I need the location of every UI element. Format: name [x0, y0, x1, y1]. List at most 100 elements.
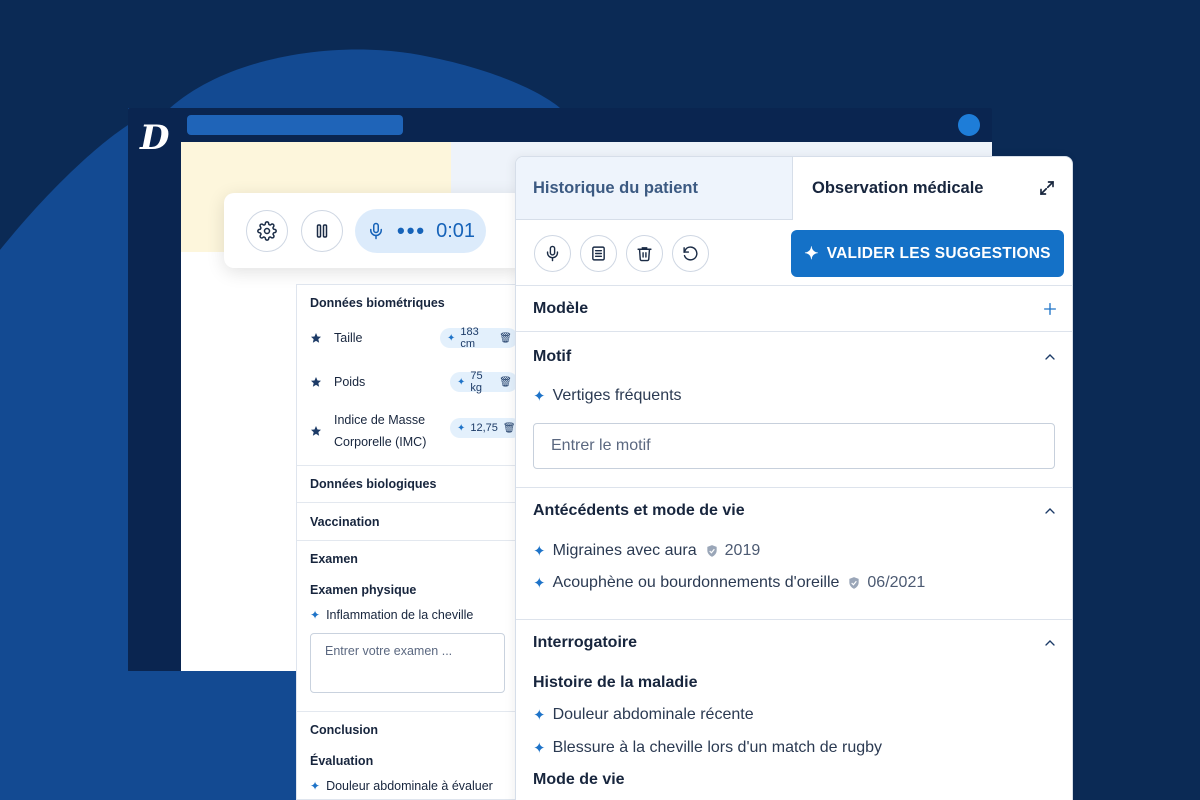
sparkle-icon: ✦: [533, 707, 546, 724]
shield-check-icon: [849, 577, 860, 589]
biometric-label: Poids: [334, 375, 366, 389]
biometric-value-chip[interactable]: ✦ 12,75 🗑: [450, 418, 518, 438]
biometric-value-chip[interactable]: ✦ 183 cm 🗑: [440, 326, 518, 350]
history-item-date: 2019: [724, 542, 761, 559]
app-logo: D: [140, 118, 170, 158]
plus-icon[interactable]: [1042, 301, 1058, 317]
biometric-value: 12,75: [470, 422, 498, 434]
biometric-row-height: Taille: [310, 331, 363, 345]
star-icon: [311, 377, 321, 387]
biological-heading: Données biologiques: [310, 477, 437, 491]
recording-status-pill[interactable]: ••• 0:01: [355, 209, 486, 253]
chevron-up-icon[interactable]: [1042, 503, 1058, 519]
history-item-date: 06/2021: [867, 574, 926, 591]
physical-exam-text: Inflammation de la cheville: [326, 608, 474, 622]
tab-label: Observation médicale: [812, 179, 984, 197]
biometric-label: Corporelle (IMC): [334, 435, 427, 449]
conclusion-section: Conclusion Évaluation ✦ Douleur abdomina…: [297, 712, 518, 799]
biometric-row-weight: Poids: [310, 375, 365, 389]
evaluation-item: ✦ Douleur abdominale à évaluer: [310, 779, 505, 793]
biometric-label: Indice de Masse: [334, 413, 426, 427]
tab-label: Historique du patient: [533, 178, 698, 197]
delete-button[interactable]: [626, 235, 663, 272]
lifestyle-heading: Mode de vie: [533, 771, 625, 788]
sparkle-icon: ✦: [457, 376, 466, 388]
chevron-up-icon[interactable]: [1042, 349, 1058, 365]
biometric-value: 183 cm: [460, 326, 479, 350]
pause-icon: [316, 224, 328, 238]
evaluation-heading: Évaluation: [310, 754, 374, 768]
illness-item-text: Blessure à la cheville lors d'un match d…: [552, 739, 883, 756]
model-section[interactable]: Modèle: [516, 285, 1072, 331]
interrogatoire-heading: Interrogatoire: [533, 634, 638, 651]
status-dot: [958, 114, 980, 136]
sparkle-icon: ✦: [533, 543, 546, 560]
exam-heading: Examen: [310, 552, 358, 566]
illness-item: ✦ Blessure à la cheville lors d'un match…: [533, 739, 882, 757]
motif-suggestion-text: Vertiges fréquents: [552, 387, 682, 404]
settings-button[interactable]: [246, 210, 288, 252]
motif-heading: Motif: [533, 348, 572, 365]
exam-input-placeholder: Entrer votre examen ...: [325, 644, 453, 658]
exam-section: Examen Examen physique ✦ Inflammation de…: [297, 541, 518, 712]
biometric-row-bmi: Indice de Masse Corporelle (IMC): [310, 409, 426, 453]
shield-check-icon: [706, 545, 717, 557]
tab-medical-observation[interactable]: Observation médicale: [793, 157, 1072, 220]
sparkle-icon: ✦: [533, 740, 546, 757]
recording-timer: 0:01: [436, 219, 476, 242]
physical-exam-heading: Examen physique: [310, 583, 417, 597]
trash-icon[interactable]: 🗑: [499, 333, 512, 344]
motif-input-placeholder: Entrer le motif: [551, 437, 651, 454]
sparkle-icon: ✦: [447, 332, 456, 344]
motif-input[interactable]: Entrer le motif: [533, 423, 1055, 469]
sparkle-icon: ✦: [310, 608, 321, 622]
history-section: Antécédents et mode de vie ✦ Migraines a…: [516, 487, 1072, 619]
history-item: ✦ Migraines avec aura 2019: [533, 542, 760, 560]
motif-suggestion: ✦ Vertiges fréquents: [533, 387, 682, 405]
observation-panel: Historique du patient Observation médica…: [515, 156, 1073, 800]
undo-icon: [683, 246, 698, 261]
biological-section[interactable]: Données biologiques: [297, 466, 518, 503]
evaluation-text: Douleur abdominale à évaluer: [326, 779, 493, 793]
sparkle-icon: ✦: [457, 422, 466, 434]
recording-toolbar: ••• 0:01: [224, 193, 524, 268]
pause-button[interactable]: [301, 210, 343, 252]
validate-suggestions-button[interactable]: ✦ VALIDER LES SUGGESTIONS: [791, 230, 1064, 277]
illness-item-text: Douleur abdominale récente: [552, 706, 754, 723]
interrogatoire-section: Interrogatoire Histoire de la maladie ✦ …: [516, 619, 1072, 800]
validate-label: VALIDER LES SUGGESTIONS: [826, 244, 1051, 262]
vaccination-section[interactable]: Vaccination: [297, 503, 518, 541]
biometrics-heading: Données biométriques: [310, 296, 445, 310]
consultation-form-panel: Données biométriques Taille ✦ 183 cm 🗑 P…: [296, 284, 518, 800]
document-list-button[interactable]: [580, 235, 617, 272]
motif-section: Motif ✦ Vertiges fréquents Entrer le mot…: [516, 331, 1072, 487]
expand-icon[interactable]: [1038, 179, 1056, 197]
recording-level-dots: •••: [397, 218, 427, 243]
biometric-label: Taille: [334, 331, 363, 345]
illness-history-heading: Histoire de la maladie: [533, 674, 698, 691]
conclusion-heading: Conclusion: [310, 723, 379, 737]
title-bar-placeholder: [187, 115, 403, 135]
dictate-button[interactable]: [534, 235, 571, 272]
trash-icon[interactable]: 🗑: [499, 377, 512, 388]
sparkle-icon: ✦: [804, 243, 819, 263]
trash-icon[interactable]: 🗑: [503, 423, 516, 434]
biometric-value: 75 kg: [470, 370, 483, 394]
history-item-text: Acouphène ou bourdonnements d'oreille: [552, 574, 840, 591]
physical-exam-item: ✦ Inflammation de la cheville: [310, 608, 505, 622]
exam-input[interactable]: Entrer votre examen ...: [310, 633, 505, 693]
chevron-up-icon[interactable]: [1042, 635, 1058, 651]
microphone-icon: [546, 245, 559, 262]
illness-item: ✦ Douleur abdominale récente: [533, 706, 754, 724]
sparkle-icon: ✦: [533, 388, 546, 405]
undo-button[interactable]: [672, 235, 709, 272]
history-heading: Antécédents et mode de vie: [533, 502, 745, 519]
history-item-text: Migraines avec aura: [552, 542, 697, 559]
tab-patient-history[interactable]: Historique du patient: [516, 157, 793, 220]
trash-icon: [637, 247, 652, 262]
sparkle-icon: ✦: [310, 779, 321, 793]
biometrics-section: Données biométriques Taille ✦ 183 cm 🗑 P…: [297, 285, 518, 466]
history-item: ✦ Acouphène ou bourdonnements d'oreille …: [533, 574, 925, 592]
star-icon: [311, 333, 321, 343]
biometric-value-chip[interactable]: ✦ 75 kg 🗑: [450, 370, 518, 394]
